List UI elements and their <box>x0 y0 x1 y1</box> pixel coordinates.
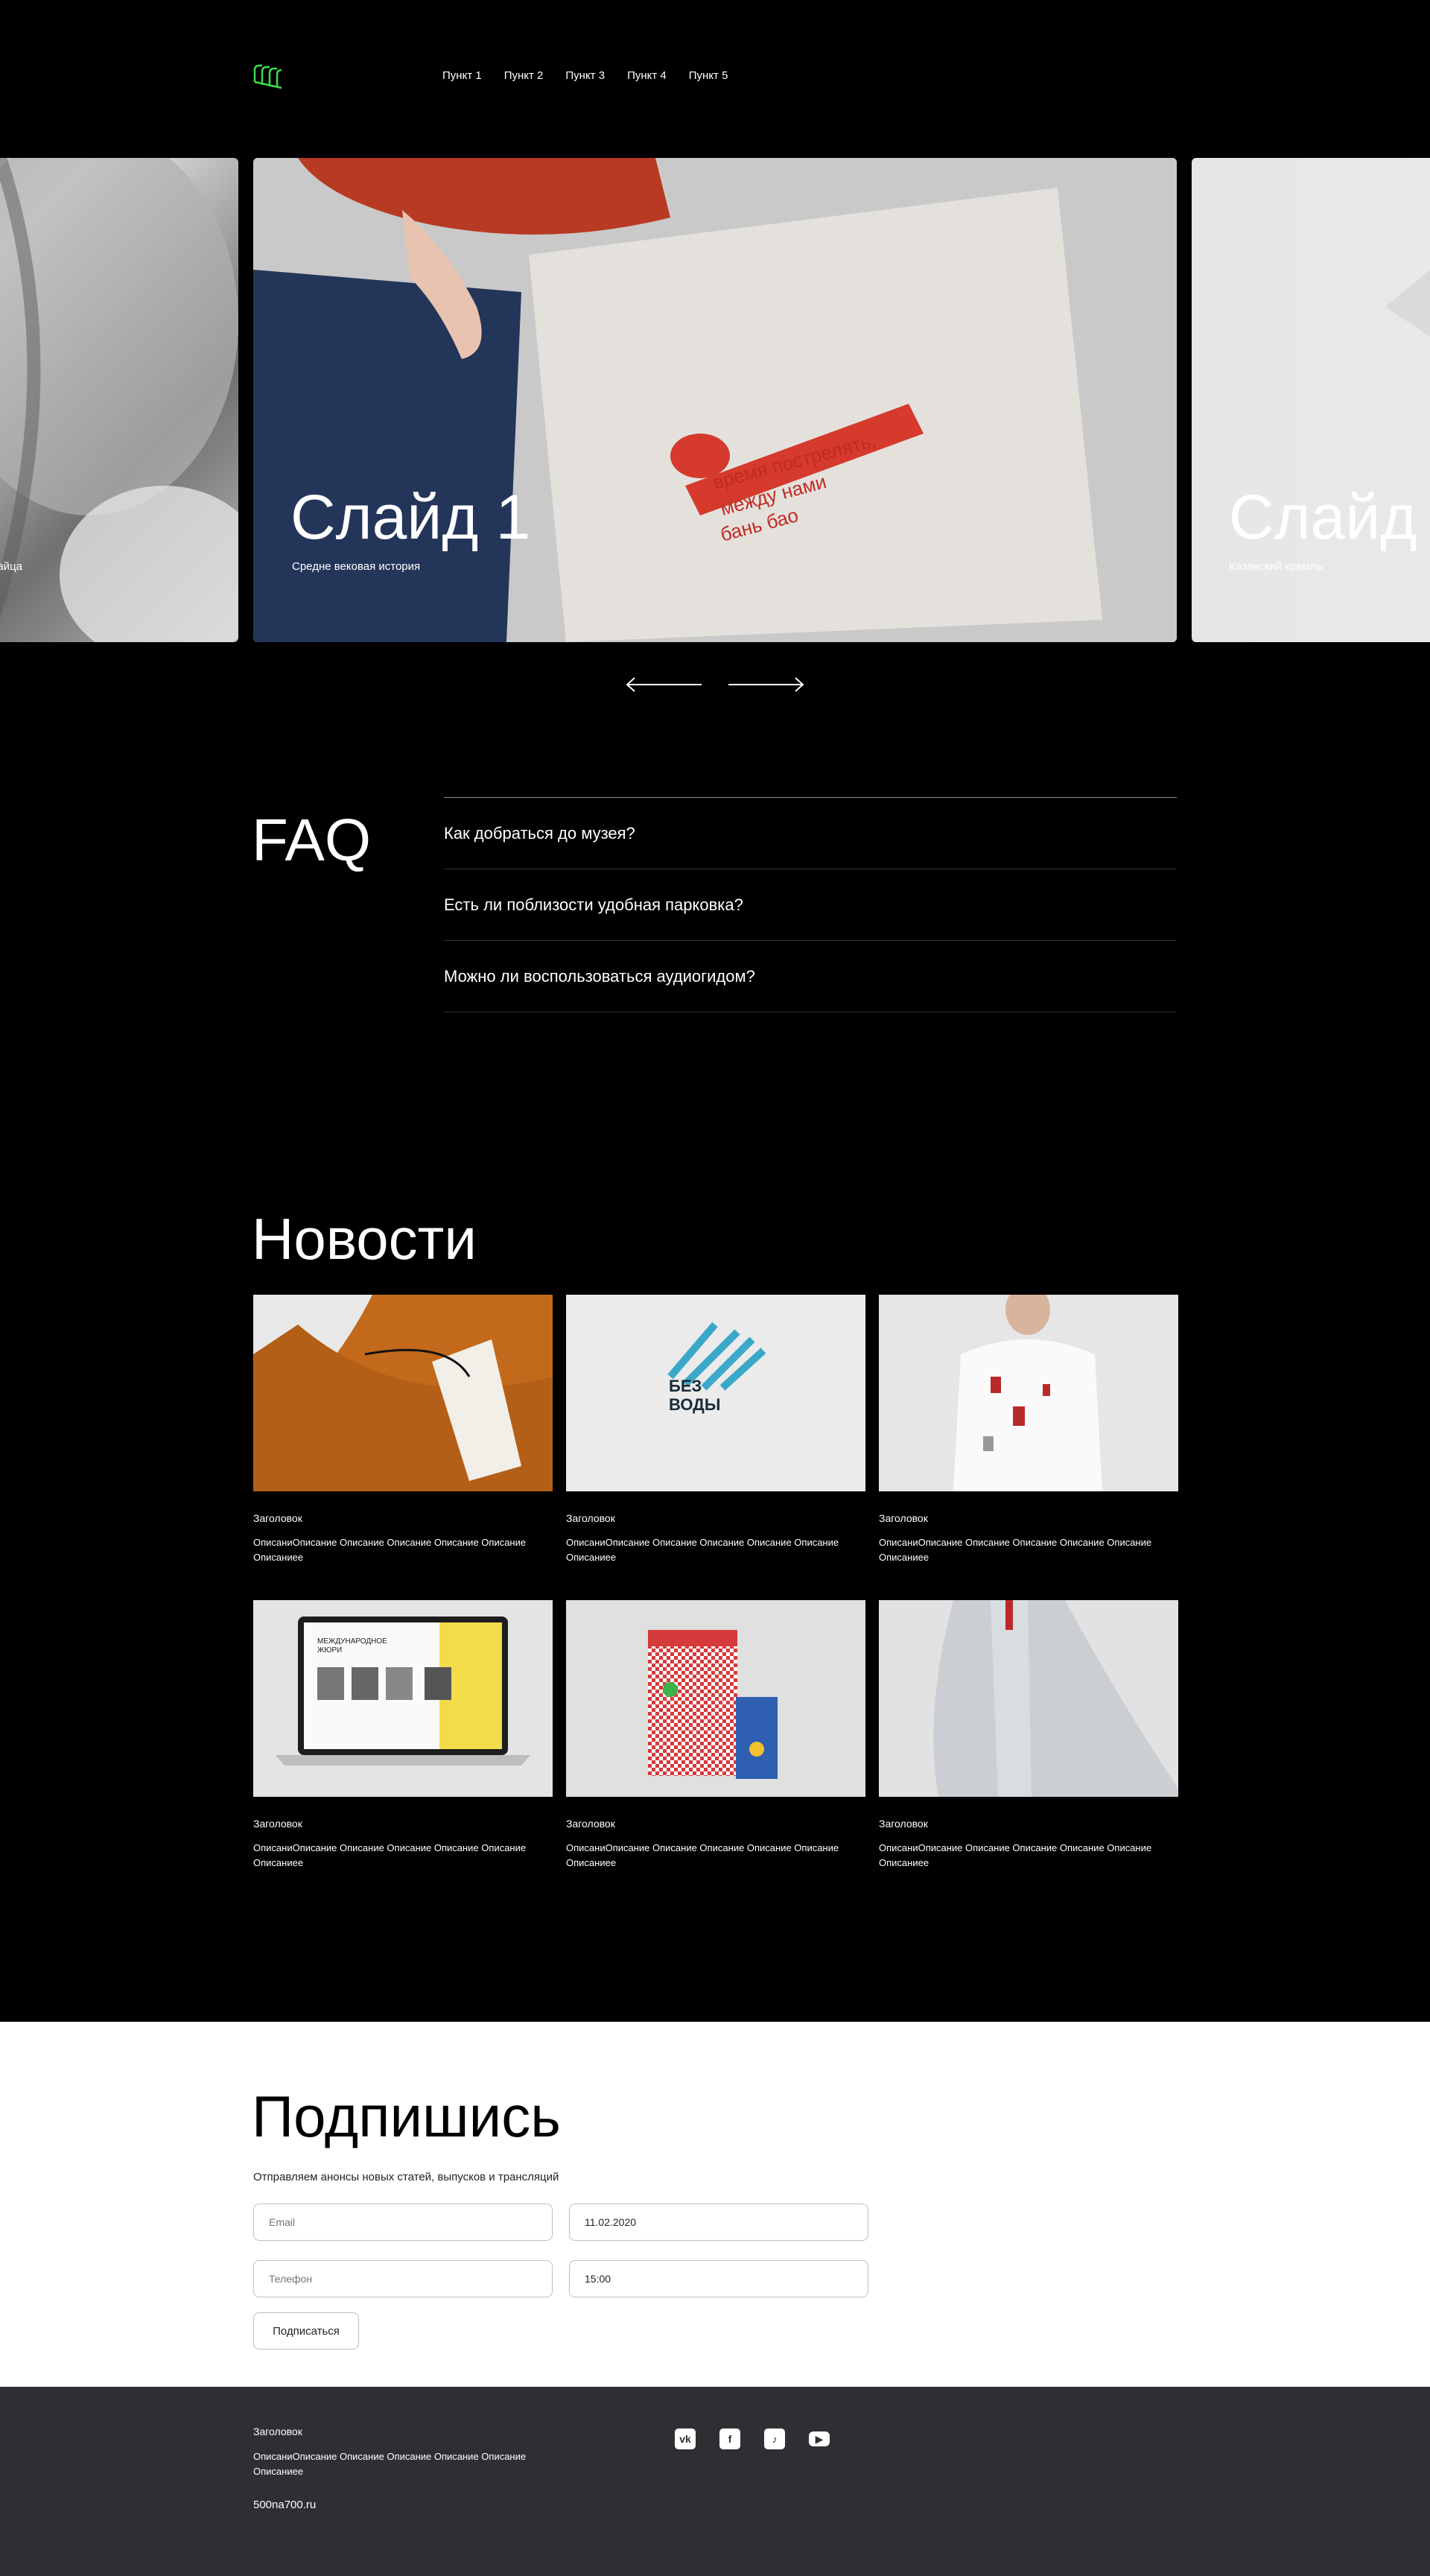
news-image: БЕЗ ВОДЫ <box>566 1295 865 1491</box>
svg-text:БЕЗ: БЕЗ <box>669 1377 702 1395</box>
news-section: Новости Заголовок ОписаниОписание Описан… <box>0 1207 1430 2022</box>
footer-site-link[interactable]: 500na700.ru <box>253 2499 316 2511</box>
news-heading: Заголовок <box>253 1512 302 1524</box>
news-heading: Заголовок <box>566 1818 615 1830</box>
slide-description: Средне вековая история <box>292 560 421 573</box>
subscribe-section: Подпишись Отправляем анонсы новых статей… <box>0 2022 1430 2387</box>
tiktok-icon[interactable]: ♪ <box>764 2429 785 2449</box>
youtube-icon[interactable]: ▶ <box>809 2431 830 2446</box>
slide-title: Слайд 1 <box>290 482 531 552</box>
svg-text:ЖЮРИ: ЖЮРИ <box>317 1646 342 1655</box>
slide-next[interactable]: Слайд Казанский кремль <box>1192 158 1430 642</box>
news-card[interactable]: Заголовок ОписаниОписание Описание Описа… <box>879 1284 1178 1565</box>
subscribe-button[interactable]: Подписаться <box>253 2312 359 2350</box>
faq-item[interactable]: Есть ли поблизости удобная парковка? <box>444 869 1177 941</box>
sculpture-image <box>0 158 238 642</box>
faq-list: Как добраться до музея? Есть ли поблизос… <box>444 797 1177 1012</box>
subscribe-text: Отправляем анонсы новых статей, выпусков… <box>253 2171 559 2183</box>
slide-description: дгайца <box>0 560 22 573</box>
slide-previous[interactable]: дгайца <box>0 158 238 642</box>
subscribe-title: Подпишись <box>252 2084 561 2149</box>
news-description: ОписаниОписание Описание Описание Описан… <box>566 1842 839 1868</box>
news-heading: Заголовок <box>879 1512 928 1524</box>
slide-current[interactable]: время пострелять, между нами бань бао Сл… <box>253 158 1177 642</box>
footer-description: ОписаниОписание Описание Описание Описан… <box>253 2451 527 2477</box>
news-image: МЕЖДУНАРОДНОЕ ЖЮРИ <box>253 1600 553 1797</box>
faq-item[interactable]: Как добраться до музея? <box>444 798 1177 869</box>
site-footer: Заголовок ОписаниОписание Описание Описа… <box>0 2387 1430 2576</box>
hero-slider: дгайца время пострелять, между нами бань… <box>0 158 1430 642</box>
news-description: ОписаниОписание Описание Описание Описан… <box>253 1537 527 1563</box>
slide-description: Казанский кремль <box>1229 560 1323 573</box>
footer-heading: Заголовок <box>253 2426 302 2437</box>
social-links: vk f ♪ ▶ <box>675 2429 830 2449</box>
nav-item-3[interactable]: Пункт 3 <box>565 69 605 83</box>
news-description: ОписаниОписание Описание Описание Описан… <box>253 1842 527 1868</box>
arrow-left-icon[interactable] <box>626 673 703 696</box>
news-card[interactable]: МЕЖДУНАРОДНОЕ ЖЮРИ Заголовок ОписаниОпис… <box>253 1600 553 1871</box>
news-image <box>879 1284 1178 1491</box>
nav-item-2[interactable]: Пункт 2 <box>504 69 544 83</box>
news-card[interactable]: Заголовок ОписаниОписание Описание Описа… <box>879 1600 1178 1871</box>
faq-title: FAQ <box>252 807 372 873</box>
slider-controls <box>0 642 1430 797</box>
news-image <box>253 1295 553 1491</box>
time-field[interactable] <box>569 2260 868 2297</box>
news-description: ОписаниОписание Описание Описание Описан… <box>566 1537 839 1563</box>
vk-icon[interactable]: vk <box>675 2429 696 2449</box>
news-heading: Заголовок <box>566 1512 615 1524</box>
news-description: ОписаниОписание Описание Описание Описан… <box>879 1842 1152 1868</box>
phone-field[interactable] <box>253 2260 553 2297</box>
nav-item-5[interactable]: Пункт 5 <box>689 69 728 83</box>
slide-title: Слайд <box>1229 482 1417 552</box>
svg-text:МЕЖДУНАРОДНОЕ: МЕЖДУНАРОДНОЕ <box>317 1637 387 1646</box>
faq-item[interactable]: Можно ли воспользоваться аудиогидом? <box>444 941 1177 1012</box>
arrow-right-icon[interactable] <box>727 673 804 696</box>
date-field[interactable] <box>569 2204 868 2241</box>
news-heading: Заголовок <box>879 1818 928 1830</box>
logo-icon[interactable] <box>252 60 285 92</box>
facebook-icon[interactable]: f <box>719 2429 740 2449</box>
nav-item-1[interactable]: Пункт 1 <box>442 69 482 83</box>
nav-item-4[interactable]: Пункт 4 <box>627 69 667 83</box>
main-nav: Пункт 1 Пункт 2 Пункт 3 Пункт 4 Пункт 5 <box>442 69 728 83</box>
news-card[interactable]: Заголовок ОписаниОписание Описание Описа… <box>566 1600 865 1871</box>
email-field[interactable] <box>253 2204 553 2241</box>
news-image <box>566 1600 865 1797</box>
news-description: ОписаниОписание Описание Описание Описан… <box>879 1537 1152 1563</box>
faq-section: FAQ Как добраться до музея? Есть ли побл… <box>0 797 1430 1207</box>
news-card[interactable]: Заголовок ОписаниОписание Описание Описа… <box>253 1295 553 1565</box>
svg-text:ВОДЫ: ВОДЫ <box>669 1395 720 1414</box>
site-header: Пункт 1 Пункт 2 Пункт 3 Пункт 4 Пункт 5 <box>0 0 1430 158</box>
news-image <box>879 1600 1178 1797</box>
news-card[interactable]: БЕЗ ВОДЫ Заголовок ОписаниОписание Описа… <box>566 1295 865 1565</box>
news-title: Новости <box>252 1206 477 1272</box>
news-heading: Заголовок <box>253 1818 302 1830</box>
